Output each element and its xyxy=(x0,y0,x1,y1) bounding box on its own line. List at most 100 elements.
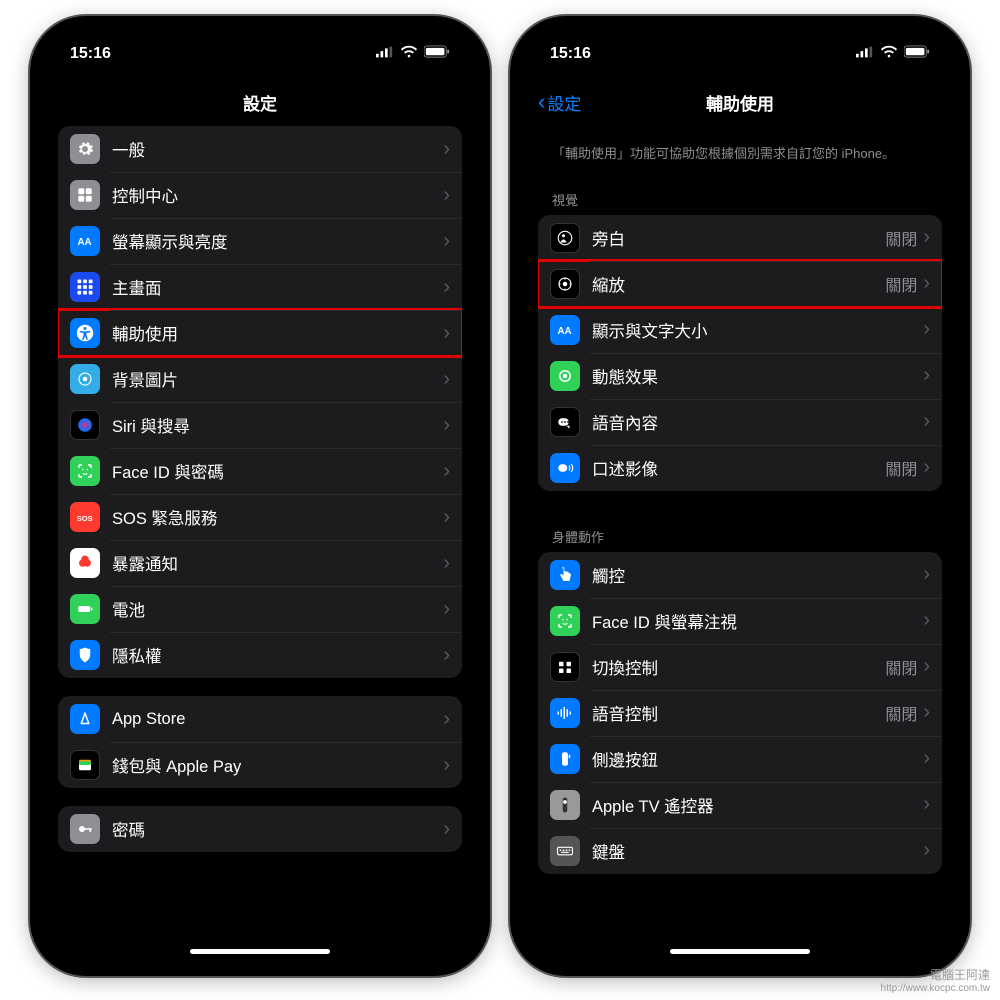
notch xyxy=(655,30,825,62)
status-icons xyxy=(376,43,450,66)
wallpaper-icon xyxy=(70,364,100,394)
home-indicator[interactable] xyxy=(190,949,330,954)
row-label: 暴露通知 xyxy=(112,551,443,575)
wallet-icon xyxy=(70,750,100,780)
row-label: 輔助使用 xyxy=(112,321,443,345)
row-label: 錢包與 Apple Pay xyxy=(112,753,443,777)
exposure-icon xyxy=(70,548,100,578)
row-label: 電池 xyxy=(112,597,443,621)
svg-text:SOS: SOS xyxy=(77,514,93,523)
settings-row-wallet[interactable]: 錢包與 Apple Pay› xyxy=(58,742,462,788)
faceid-attn-icon xyxy=(550,606,580,636)
appletv-icon xyxy=(550,790,580,820)
row-label: 縮放 xyxy=(592,272,885,296)
row-label: Apple TV 遙控器 xyxy=(592,793,923,817)
settings-row-voiceover[interactable]: 旁白關閉› xyxy=(538,215,942,261)
row-label: 動態效果 xyxy=(592,364,923,388)
settings-row-zoom[interactable]: 縮放關閉› xyxy=(538,261,942,307)
notch xyxy=(175,30,345,62)
chevron-right-icon: › xyxy=(443,322,450,345)
voicectrl-icon xyxy=(550,698,580,728)
settings-group: 旁白關閉›縮放關閉›AA顯示與文字大小›動態效果›語音內容›口述影像關閉› xyxy=(538,215,942,491)
settings-row-accessibility[interactable]: 輔助使用› xyxy=(58,310,462,356)
appstore-icon xyxy=(70,704,100,734)
settings-row-battery[interactable]: 電池› xyxy=(58,586,462,632)
chevron-right-icon: › xyxy=(443,506,450,529)
settings-row-audiodesc[interactable]: 口述影像關閉› xyxy=(538,445,942,491)
accessibility-list[interactable]: 「輔助使用」功能可協助您根據個別需求自訂您的 iPhone。 視覺旁白關閉›縮放… xyxy=(524,126,956,954)
settings-row-switch[interactable]: 切換控制關閉› xyxy=(538,644,942,690)
screen-right: 15:16 ‹ 設定 輔助使用 xyxy=(524,30,956,962)
nav-bar-left: 設定 xyxy=(44,78,476,126)
settings-row-spoken[interactable]: 語音內容› xyxy=(538,399,942,445)
chevron-right-icon: › xyxy=(443,818,450,841)
page-description: 「輔助使用」功能可協助您根據個別需求自訂您的 iPhone。 xyxy=(538,126,942,172)
chevron-right-icon: › xyxy=(923,456,930,479)
settings-row-appletv[interactable]: Apple TV 遙控器› xyxy=(538,782,942,828)
motion-icon xyxy=(550,361,580,391)
settings-list[interactable]: 一般›控制中心›AA螢幕顯示與亮度›主畫面›輔助使用›背景圖片›Siri 與搜尋… xyxy=(44,126,476,954)
settings-row-wallpaper[interactable]: 背景圖片› xyxy=(58,356,462,402)
chevron-right-icon: › xyxy=(923,839,930,862)
settings-row-voicectrl[interactable]: 語音控制關閉› xyxy=(538,690,942,736)
settings-row-home-screen[interactable]: 主畫面› xyxy=(58,264,462,310)
back-button[interactable]: ‹ 設定 xyxy=(538,89,581,115)
settings-row-gear[interactable]: 一般› xyxy=(58,126,462,172)
status-time: 15:16 xyxy=(550,45,591,63)
settings-row-textsize[interactable]: AA 顯示與文字大小› xyxy=(538,307,942,353)
row-label: 語音控制 xyxy=(592,701,885,725)
settings-row-motion[interactable]: 動態效果› xyxy=(538,353,942,399)
row-label: Siri 與搜尋 xyxy=(112,413,443,437)
row-label: 側邊按鈕 xyxy=(592,747,923,771)
row-label: 螢幕顯示與亮度 xyxy=(112,229,443,253)
row-label: 控制中心 xyxy=(112,183,443,207)
spoken-icon xyxy=(550,407,580,437)
settings-row-privacy[interactable]: 隱私權› xyxy=(58,632,462,678)
settings-row-sidebtn[interactable]: 側邊按鈕› xyxy=(538,736,942,782)
chevron-right-icon: › xyxy=(923,272,930,295)
screen-left: 15:16 設定 一般›控制中心›AA螢幕顯示與亮度›主畫面›輔助使用›背景圖片… xyxy=(44,30,476,962)
control-center-icon xyxy=(70,180,100,210)
row-label: 主畫面 xyxy=(112,275,443,299)
section-header: 視覺 xyxy=(538,172,942,215)
accessibility-icon xyxy=(70,318,100,348)
home-indicator[interactable] xyxy=(670,949,810,954)
settings-row-display[interactable]: AA螢幕顯示與亮度› xyxy=(58,218,462,264)
settings-row-touch[interactable]: 觸控› xyxy=(538,552,942,598)
row-label: App Store xyxy=(112,710,443,729)
row-value: 關閉 xyxy=(885,226,917,250)
settings-row-exposure[interactable]: 暴露通知› xyxy=(58,540,462,586)
row-label: Face ID 與螢幕注視 xyxy=(592,609,923,633)
settings-row-sos[interactable]: SOSSOS 緊急服務› xyxy=(58,494,462,540)
svg-text:AA: AA xyxy=(558,325,572,336)
settings-row-control-center[interactable]: 控制中心› xyxy=(58,172,462,218)
status-icons xyxy=(856,43,930,66)
privacy-icon xyxy=(70,640,100,670)
cellular-icon xyxy=(856,43,874,66)
chevron-right-icon: › xyxy=(443,276,450,299)
settings-row-faceid[interactable]: Face ID 與密碼› xyxy=(58,448,462,494)
settings-row-keyboard[interactable]: 鍵盤› xyxy=(538,828,942,874)
settings-row-appstore[interactable]: App Store› xyxy=(58,696,462,742)
chevron-right-icon: › xyxy=(443,138,450,161)
chevron-right-icon: › xyxy=(923,318,930,341)
settings-row-siri[interactable]: Siri 與搜尋› xyxy=(58,402,462,448)
chevron-right-icon: › xyxy=(923,793,930,816)
settings-row-faceid-attn[interactable]: Face ID 與螢幕注視› xyxy=(538,598,942,644)
sos-icon: SOS xyxy=(70,502,100,532)
sidebtn-icon xyxy=(550,744,580,774)
chevron-right-icon: › xyxy=(923,410,930,433)
chevron-left-icon: ‹ xyxy=(538,89,545,115)
faceid-icon xyxy=(70,456,100,486)
cellular-icon xyxy=(376,43,394,66)
chevron-right-icon: › xyxy=(443,552,450,575)
row-label: 密碼 xyxy=(112,817,443,841)
section-header: 身體動作 xyxy=(538,509,942,552)
row-label: 觸控 xyxy=(592,563,923,587)
settings-row-passwords[interactable]: 密碼› xyxy=(58,806,462,852)
battery-icon xyxy=(904,43,930,66)
row-label: 顯示與文字大小 xyxy=(592,318,923,342)
status-time: 15:16 xyxy=(70,45,111,63)
chevron-right-icon: › xyxy=(923,364,930,387)
phone-left: 15:16 設定 一般›控制中心›AA螢幕顯示與亮度›主畫面›輔助使用›背景圖片… xyxy=(30,16,490,976)
